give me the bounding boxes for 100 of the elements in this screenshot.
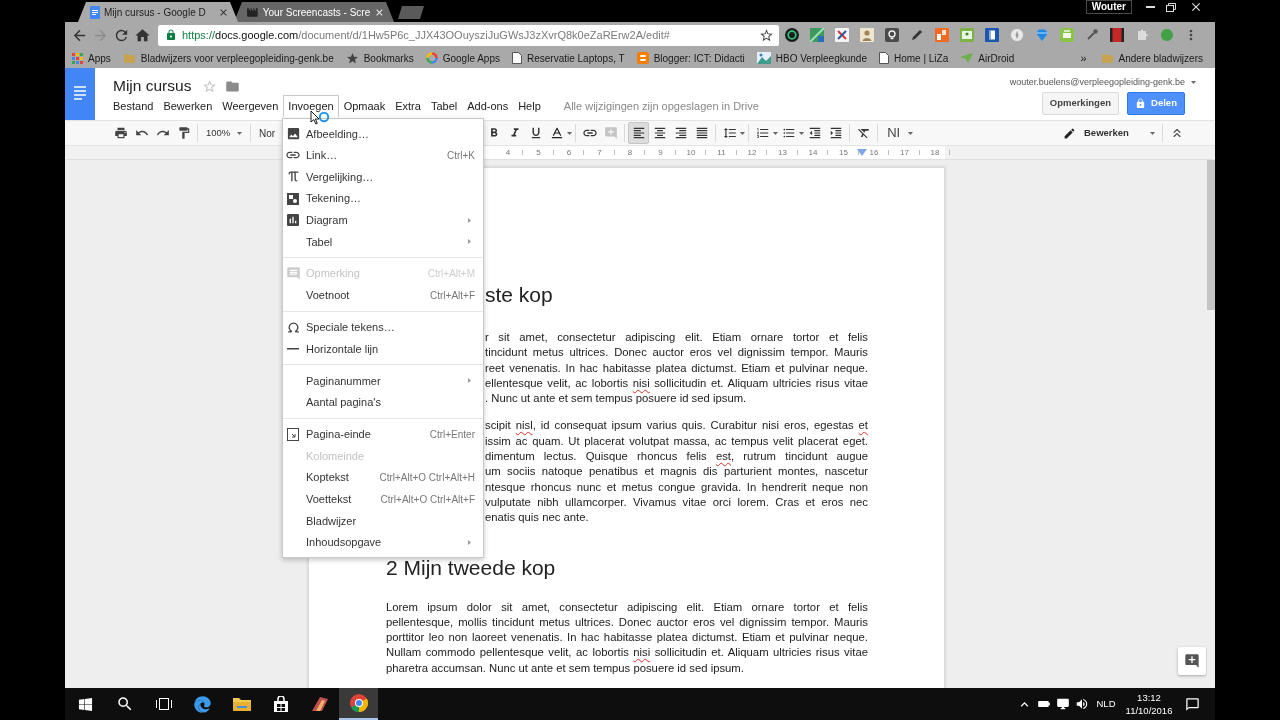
bookmark[interactable]: AirDroid xyxy=(960,50,1015,66)
menu-button[interactable]: Opmaak xyxy=(338,95,391,117)
menu-item[interactable]: Bladwijzer xyxy=(283,510,483,532)
menu-button[interactable]: Tabel xyxy=(425,95,463,117)
caret-icon xyxy=(1150,131,1155,135)
numbered-list-icon[interactable] xyxy=(755,126,770,140)
volume-icon[interactable] xyxy=(1074,697,1089,711)
menu-item[interactable]: Diagram xyxy=(283,209,483,231)
document-title[interactable]: Mijn cursus xyxy=(113,77,192,95)
monitor-icon[interactable] xyxy=(1055,697,1070,711)
address-bar[interactable]: https://docs.google.com/document/d/1Hw5P6c_JJX43OOuysziJuGWsJ3zXvrQ8k0eZaRErw2A/edit# xyxy=(158,24,779,46)
blocks-icon[interactable] xyxy=(934,28,949,42)
restore-icon[interactable] xyxy=(1166,2,1176,12)
menu-item[interactable]: Tabel xyxy=(283,230,483,253)
decrease-indent-icon[interactable] xyxy=(807,126,822,140)
menu-item[interactable]: Horizontale lijn xyxy=(283,338,483,360)
menu-button[interactable]: Bewerken xyxy=(158,95,218,117)
browser-tab[interactable]: Mijn cursus - Google D xyxy=(78,2,238,22)
menu-item[interactable]: Inhoudsopgave xyxy=(283,531,483,554)
clear-formatting-icon[interactable] xyxy=(856,126,871,140)
home-icon[interactable] xyxy=(134,26,151,44)
omega-icon xyxy=(286,320,300,334)
browser-tab[interactable]: Your Screencasts - Scre xyxy=(234,2,394,22)
menu-button[interactable]: Extra xyxy=(390,95,426,117)
task-view-icon[interactable] xyxy=(155,698,172,710)
right-indent-marker[interactable] xyxy=(857,149,867,156)
map-icon[interactable] xyxy=(809,28,824,42)
style-dropdown[interactable]: Nor xyxy=(254,122,276,144)
profile-button[interactable]: Wouter xyxy=(1085,0,1132,14)
zoom-dropdown[interactable]: 100% xyxy=(201,122,247,144)
dial-icon[interactable] xyxy=(784,28,799,42)
person-icon[interactable] xyxy=(859,28,874,42)
search-icon[interactable] xyxy=(115,695,134,713)
increase-indent-icon[interactable] xyxy=(828,126,843,140)
document-icon[interactable] xyxy=(65,68,95,120)
book-icon[interactable] xyxy=(984,28,999,42)
clock-date[interactable]: 11/10/2016 xyxy=(1125,704,1173,717)
shortcut-text: Ctrl+Alt+O Ctrl+Alt+H xyxy=(379,471,475,486)
bulb-icon[interactable] xyxy=(884,28,899,42)
menu-item[interactable]: Afbeelding… xyxy=(283,123,483,145)
heading: 2 Mijn tweede kop xyxy=(386,556,557,579)
edit-mode-dropdown[interactable]: Bewerken xyxy=(1059,122,1159,144)
cross-icon[interactable] xyxy=(834,28,849,42)
menu-item[interactable]: Link… Ctrl+K xyxy=(283,144,483,167)
ruler-number: 6 xyxy=(566,148,572,157)
bookmark[interactable]: Blogger: ICT: Didacti xyxy=(636,50,745,66)
taskbar-app-button[interactable] xyxy=(339,688,378,720)
comments-button[interactable]: Opmerkingen xyxy=(1041,92,1119,115)
menu-item[interactable]: Paginanummer xyxy=(283,370,483,392)
menu-button[interactable]: Bestand xyxy=(108,95,159,117)
menu-item[interactable]: Tekening… xyxy=(283,187,483,210)
notification-icon[interactable] xyxy=(1184,696,1200,712)
menu-item[interactable]: Aantal pagina's xyxy=(283,391,483,414)
input-tools-button[interactable]: NI xyxy=(881,122,920,144)
caret-icon xyxy=(799,131,805,135)
print-icon[interactable] xyxy=(113,126,128,140)
menu-item[interactable]: Koptekst Ctrl+Alt+O Ctrl+Alt+H xyxy=(283,466,483,489)
scrollbar-thumb[interactable] xyxy=(1207,160,1215,310)
pencil-icon[interactable] xyxy=(909,28,924,42)
menu-button[interactable]: Help xyxy=(513,95,546,117)
menu-item[interactable]: Vergelijking… xyxy=(283,166,483,188)
account-email[interactable]: wouter.buelens@verpleegopleiding-genk.be xyxy=(1009,76,1185,88)
minimize-icon[interactable] xyxy=(1145,6,1155,8)
align-button[interactable] xyxy=(628,122,650,144)
star-icon[interactable] xyxy=(202,78,218,94)
tile-icon[interactable] xyxy=(1059,28,1074,42)
bookmark-folder[interactable]: Andere bladwijzers xyxy=(1100,50,1203,66)
apps-grid-icon xyxy=(72,52,83,64)
picture-icon xyxy=(756,52,771,64)
shopping-bag-icon xyxy=(272,696,289,712)
paint-roller-icon[interactable] xyxy=(176,126,191,140)
menu-button[interactable]: Weergeven xyxy=(217,95,284,117)
menu-button[interactable]: Invoegen xyxy=(283,95,339,117)
bookmark[interactable]: Apps xyxy=(72,50,111,66)
film-icon[interactable] xyxy=(1109,28,1124,42)
bookmark[interactable]: Bladwijzers voor verpleegopleiding-genk.be xyxy=(122,50,334,66)
menu-item[interactable]: Voettekst Ctrl+Alt+O Ctrl+Alt+F xyxy=(283,488,483,510)
new-tab-button[interactable] xyxy=(398,6,424,19)
clock-time[interactable]: 13:12 xyxy=(1137,691,1161,704)
add-comment-button[interactable] xyxy=(1178,647,1206,675)
menu-item[interactable]: Speciale tekens… xyxy=(283,316,483,339)
start-icon[interactable] xyxy=(78,696,93,712)
bookmark[interactable]: HBO Verpleegkunde xyxy=(756,50,867,66)
close-icon[interactable] xyxy=(1189,0,1203,14)
text-color-icon[interactable] xyxy=(549,126,564,140)
bookmark-star-icon[interactable] xyxy=(759,27,774,43)
bulleted-list-icon[interactable] xyxy=(781,126,796,140)
bookmark[interactable]: Bookmarks xyxy=(345,50,414,66)
menu-item[interactable]: Pagina-einde Ctrl+Enter xyxy=(283,423,483,446)
ruler-number: 5 xyxy=(536,148,541,157)
menu-button[interactable]: Add-ons xyxy=(462,95,514,117)
language-indicator[interactable]: NLD xyxy=(1096,696,1116,712)
menu-item[interactable]: Voetnoot Ctrl+Alt+F xyxy=(283,284,483,307)
bookmark[interactable]: Reservatie Laptops, T xyxy=(511,50,625,66)
ring-icon xyxy=(425,52,438,64)
ruler-number: 13 xyxy=(778,148,787,157)
line-spacing-icon[interactable] xyxy=(722,126,737,140)
bookmark[interactable]: Google Apps xyxy=(425,50,500,66)
more-bookmarks-button[interactable]: » xyxy=(1080,49,1087,67)
bookmark[interactable]: Home | LiZa xyxy=(878,50,949,66)
